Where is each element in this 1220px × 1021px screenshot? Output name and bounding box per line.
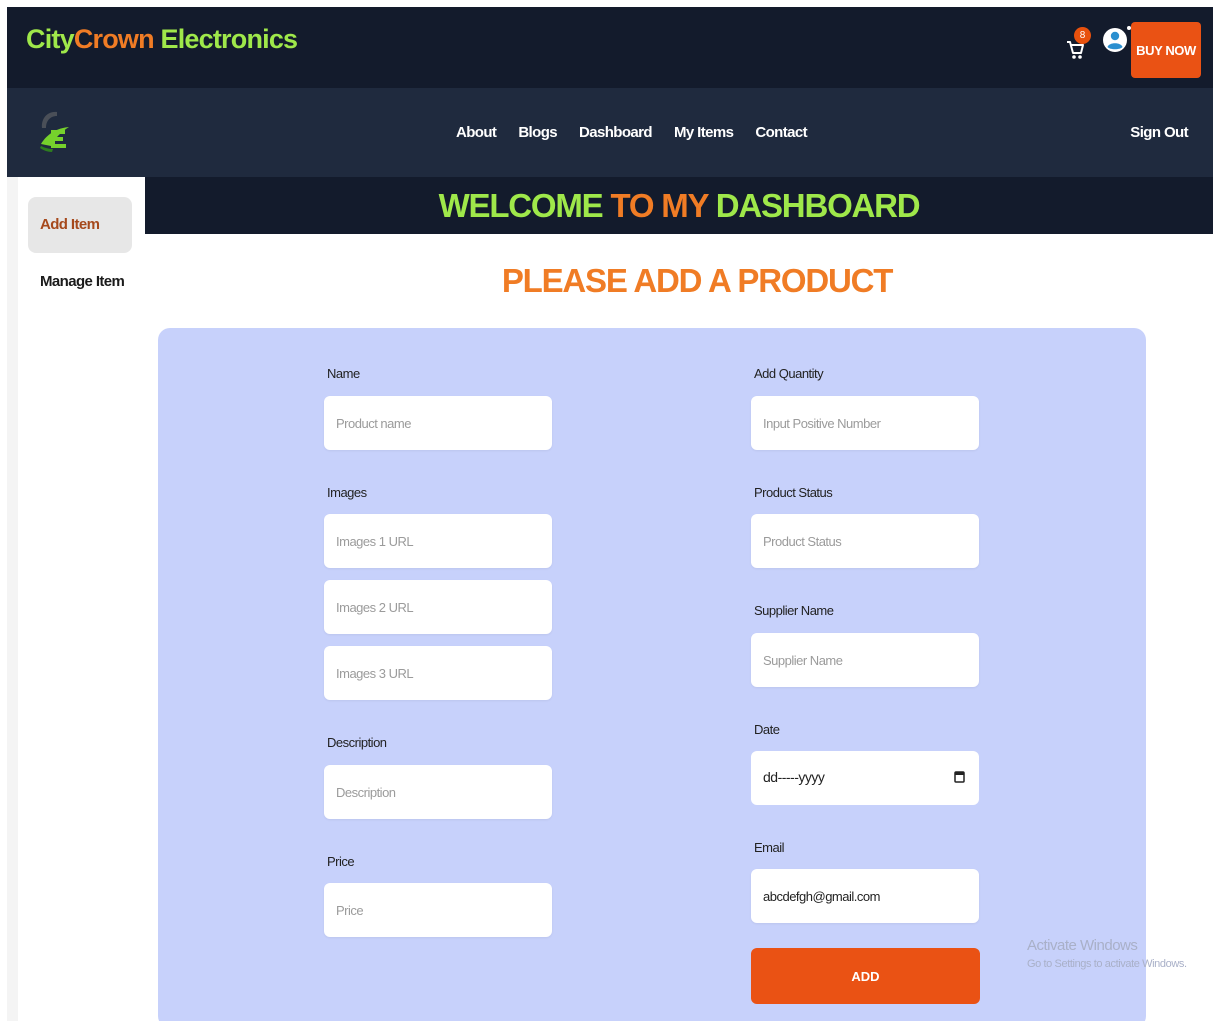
price-label: Price bbox=[327, 854, 355, 869]
email-input[interactable] bbox=[751, 869, 979, 923]
sidebar-item-add-item[interactable]: Add Item bbox=[28, 197, 132, 253]
nav-link-about[interactable]: About bbox=[456, 124, 497, 141]
sidebar: Add Item Manage Item bbox=[18, 177, 145, 1021]
product-status-label: Product Status bbox=[754, 485, 833, 500]
welcome-part-to-my: TO MY bbox=[610, 187, 709, 224]
site-logo[interactable] bbox=[35, 108, 75, 154]
image-3-url-input[interactable] bbox=[324, 646, 552, 700]
welcome-part-dashboard: DASHBOARD bbox=[707, 187, 921, 224]
date-input[interactable]: dd-----yyyy bbox=[751, 751, 979, 805]
date-value: dd-----yyyy bbox=[763, 769, 825, 785]
nav-link-contact[interactable]: Contact bbox=[755, 124, 807, 141]
description-label: Description bbox=[327, 735, 387, 750]
page-title: PLEASE ADD A PRODUCT bbox=[501, 262, 894, 299]
product-status-input[interactable] bbox=[751, 514, 979, 568]
image-2-url-input[interactable] bbox=[324, 580, 552, 634]
sign-out-link[interactable]: Sign Out bbox=[1130, 124, 1188, 141]
welcome-banner: WELCOME TO MY DASHBOARD bbox=[145, 177, 1213, 234]
cart-count-badge: 8 bbox=[1074, 27, 1091, 44]
nav-links: About Blogs Dashboard My Items Contact bbox=[456, 124, 808, 141]
nav-link-blogs[interactable]: Blogs bbox=[518, 124, 557, 141]
supplier-name-label: Supplier Name bbox=[754, 603, 834, 618]
main-nav: About Blogs Dashboard My Items Contact S… bbox=[7, 88, 1213, 177]
quantity-label: Add Quantity bbox=[754, 366, 824, 381]
image-1-url-input[interactable] bbox=[324, 514, 552, 568]
brand-name[interactable]: CityCrown Electronics bbox=[26, 24, 299, 55]
name-label: Name bbox=[327, 366, 360, 381]
nav-link-my-items[interactable]: My Items bbox=[674, 124, 734, 141]
watermark-title: Activate Windows bbox=[1027, 937, 1138, 954]
user-profile-button[interactable] bbox=[1102, 24, 1133, 56]
nav-link-dashboard[interactable]: Dashboard bbox=[579, 124, 653, 141]
buy-now-button[interactable]: BUY NOW bbox=[1131, 22, 1201, 78]
date-label: Date bbox=[754, 722, 780, 737]
sidebar-item-manage-item[interactable]: Manage Item bbox=[28, 254, 132, 310]
activate-windows-watermark: Activate Windows Go to Settings to activ… bbox=[1027, 937, 1187, 970]
price-input[interactable] bbox=[324, 883, 552, 937]
welcome-part-welcome: WELCOME bbox=[438, 187, 611, 224]
calendar-icon[interactable] bbox=[954, 770, 965, 783]
supplier-name-input[interactable] bbox=[751, 633, 979, 687]
left-border-strip bbox=[7, 177, 18, 1021]
email-label: Email bbox=[754, 840, 785, 855]
description-input[interactable] bbox=[324, 765, 552, 819]
top-bar: CityCrown Electronics 8 BUY NOW bbox=[7, 7, 1213, 88]
brand-part-crown: Crown bbox=[73, 24, 155, 54]
brand-part-electronics: Electronics bbox=[153, 24, 299, 54]
add-product-button[interactable]: ADD bbox=[751, 948, 980, 1004]
add-product-form: Name Images Description Price Add Quanti… bbox=[158, 328, 1146, 1021]
images-label: Images bbox=[327, 485, 367, 500]
cart-button[interactable]: 8 bbox=[1063, 27, 1097, 63]
quantity-input[interactable] bbox=[751, 396, 979, 450]
watermark-subtitle: Go to Settings to activate Windows. bbox=[1027, 958, 1187, 970]
brand-part-city: City bbox=[26, 24, 75, 54]
product-name-input[interactable] bbox=[324, 396, 552, 450]
